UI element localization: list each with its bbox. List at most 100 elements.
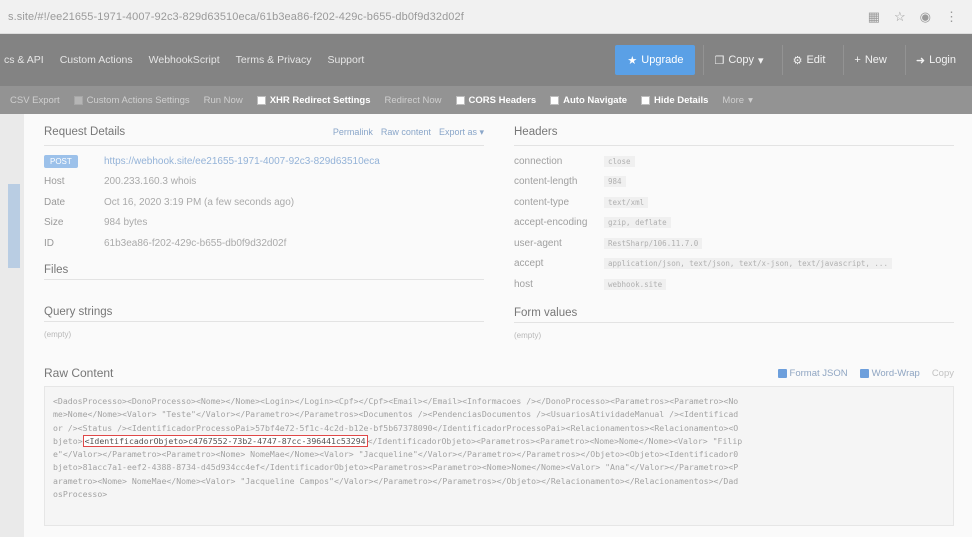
nav-link-api[interactable]: cs & API <box>4 54 44 66</box>
raw-line: arametro><Nome> NomeMae</Nome><Valor> "J… <box>53 475 739 486</box>
header-row: accept-encoding gzip, deflate <box>514 213 954 234</box>
header-key: connection <box>514 155 563 167</box>
copy-button[interactable]: ❐ Copy ▾ <box>703 45 773 75</box>
login-icon: ➜ <box>915 54 926 67</box>
toolbar-redirect-now[interactable]: Redirect Now <box>385 95 442 106</box>
request-details-header: Request Details Permalink Raw content Ex… <box>44 126 484 146</box>
detail-label: Host <box>44 176 65 188</box>
header-value: close <box>604 155 635 167</box>
toolbar-more[interactable]: More ▾ <box>722 95 752 106</box>
toolbar-xhr-redirect-settings[interactable]: XHR Redirect Settings <box>256 95 371 106</box>
copy-raw-button[interactable]: Copy <box>932 368 954 379</box>
toolbar-label: Hide Details <box>654 94 709 106</box>
headers-title: Headers <box>514 126 558 138</box>
request-details-column: Request Details Permalink Raw content Ex… <box>44 126 484 339</box>
header-key: user-agent <box>514 237 562 249</box>
nav-links: cs & API Custom Actions WebhookScript Te… <box>4 54 615 66</box>
copy-icon: ❐ <box>714 54 725 67</box>
size-value: 984 bytes <box>104 217 148 229</box>
highlighted-identificador-objeto: <IdentificadorObjeto>c4767552-73b2-4747-… <box>82 434 368 447</box>
nav-link-webhookscript[interactable]: WebhookScript <box>149 54 220 66</box>
checkbox-checked <box>777 368 787 378</box>
format-json-label: Format JSON <box>789 367 848 379</box>
raw-line: e"</Valor></Parametro><Parametro><Nome> … <box>53 449 739 460</box>
raw-line: bjeto> <IdentificadorObjeto>c4767552-73b2… <box>53 434 945 448</box>
star-icon[interactable]: ☆ <box>894 9 906 25</box>
edit-label: Edit <box>806 54 826 66</box>
toolbar-label: More <box>722 94 745 106</box>
checkbox-checked <box>859 368 869 378</box>
checkbox <box>73 95 83 105</box>
translate-icon[interactable]: ▦ <box>868 9 880 25</box>
export-as-label: Export as <box>438 127 477 137</box>
host-value: 200.233.160.3 whois <box>104 176 197 188</box>
raw-line: bjeto>81acc7a1-eef2-4388-8734-d45d934cc4… <box>53 462 739 473</box>
copy-label: Copy <box>728 54 755 66</box>
request-url-link[interactable]: https://webhook.site/ee21655-1971-4007-9… <box>104 156 380 167</box>
headers-column: Headers connection close content-length 98… <box>514 126 954 340</box>
header-value: application/json, text/json, text/x-json… <box>604 258 892 270</box>
id-value: 61b3ea86-f202-429c-b655-db0f9d32d02f <box>104 237 287 249</box>
header-value: gzip, deflate <box>604 217 671 229</box>
browser-icons: ▦ ☆ ◉ ⋮ <box>868 9 964 25</box>
raw-content-options: Format JSON Word-Wrap Copy <box>777 367 954 379</box>
header-row: content-type text/xml <box>514 192 954 213</box>
toolbar-run-now[interactable]: Run Now <box>204 95 243 106</box>
toolbar-cors-headers[interactable]: CORS Headers <box>455 94 537 106</box>
nav-link-terms[interactable]: Terms & Privacy <box>236 54 312 66</box>
header-value: text/xml <box>604 196 649 208</box>
date-value: Oct 16, 2020 3:19 PM (a few seconds ago) <box>104 196 295 208</box>
toolbar-custom-actions-settings[interactable]: Custom Actions Settings <box>73 94 190 106</box>
new-label: New <box>864 54 887 66</box>
edit-button[interactable]: ⚙ Edit <box>781 45 836 75</box>
toolbar-label: Custom Actions Settings <box>86 94 190 106</box>
account-icon[interactable]: ◉ <box>920 9 931 25</box>
detail-row-id: ID 61b3ea86-f202-429c-b655-db0f9d32d02f <box>44 233 484 254</box>
header-key: content-length <box>514 176 578 188</box>
toolbar-hide-details[interactable]: Hide Details <box>641 95 708 106</box>
menu-dots-icon[interactable]: ⋮ <box>945 9 958 25</box>
format-json-toggle[interactable]: Format JSON <box>777 367 848 379</box>
new-button[interactable]: + New <box>843 45 896 75</box>
raw-line: <DadosProcesso><DonoProcesso><Nome></Nom… <box>53 396 739 406</box>
header-key: accept-encoding <box>514 217 588 229</box>
raw-content-link[interactable]: Raw content <box>381 127 431 138</box>
nav-link-support[interactable]: Support <box>328 54 365 66</box>
header-row: connection close <box>514 151 954 172</box>
toolbar-csv-export[interactable]: CSV Export <box>10 95 60 106</box>
toolbar-auto-navigate[interactable]: Auto Navigate <box>550 95 627 106</box>
word-wrap-label: Word-Wrap <box>871 367 920 379</box>
detail-label: Date <box>44 196 66 208</box>
url-field[interactable]: s.site/#!/ee21655-1971-4007-92c3-829d635… <box>8 11 868 23</box>
header-row: user-agent RestSharp/106.11.7.0 <box>514 233 954 254</box>
export-as-dropdown[interactable]: Export as ▾ <box>439 127 484 138</box>
header-value: 984 <box>604 176 626 188</box>
form-values-title: Form values <box>514 303 954 323</box>
toolbar-label: CSV Export <box>10 94 60 106</box>
permalink-link[interactable]: Permalink <box>333 127 373 138</box>
toolbar-label: Run Now <box>203 94 243 106</box>
raw-line: osProcesso> <box>53 489 108 500</box>
header-row: content-length 984 <box>514 172 954 193</box>
upgrade-button[interactable]: ★ Upgrade <box>615 45 696 75</box>
browser-address-bar: s.site/#!/ee21655-1971-4007-92c3-829d635… <box>0 0 972 34</box>
raw-content-title: Raw Content <box>44 366 114 380</box>
files-title: Files <box>44 260 484 280</box>
raw-line: or /><Status /><IdentificadorProcessoPai… <box>53 422 739 433</box>
request-toolbar: CSV Export Custom Actions Settings Run N… <box>0 86 972 114</box>
request-details-title: Request Details <box>44 126 126 138</box>
header-key: content-type <box>514 196 570 208</box>
star-icon: ★ <box>627 54 638 67</box>
word-wrap-toggle[interactable]: Word-Wrap <box>859 367 920 379</box>
nav-link-custom-actions[interactable]: Custom Actions <box>60 54 133 66</box>
checkbox <box>550 95 560 105</box>
request-details-links: Permalink Raw content Export as ▾ <box>333 127 484 138</box>
header-value: RestSharp/106.11.7.0 <box>604 237 703 249</box>
login-button[interactable]: ➜ Login <box>904 45 966 75</box>
plus-icon: + <box>854 54 861 66</box>
raw-content-body[interactable]: <DadosProcesso><DonoProcesso><Nome></Nom… <box>44 386 954 526</box>
caret-down-icon: ▾ <box>758 54 764 67</box>
selected-request-indicator[interactable] <box>8 184 20 268</box>
raw-text: bjeto> <box>53 435 83 446</box>
toolbar-label: CORS Headers <box>468 94 537 106</box>
